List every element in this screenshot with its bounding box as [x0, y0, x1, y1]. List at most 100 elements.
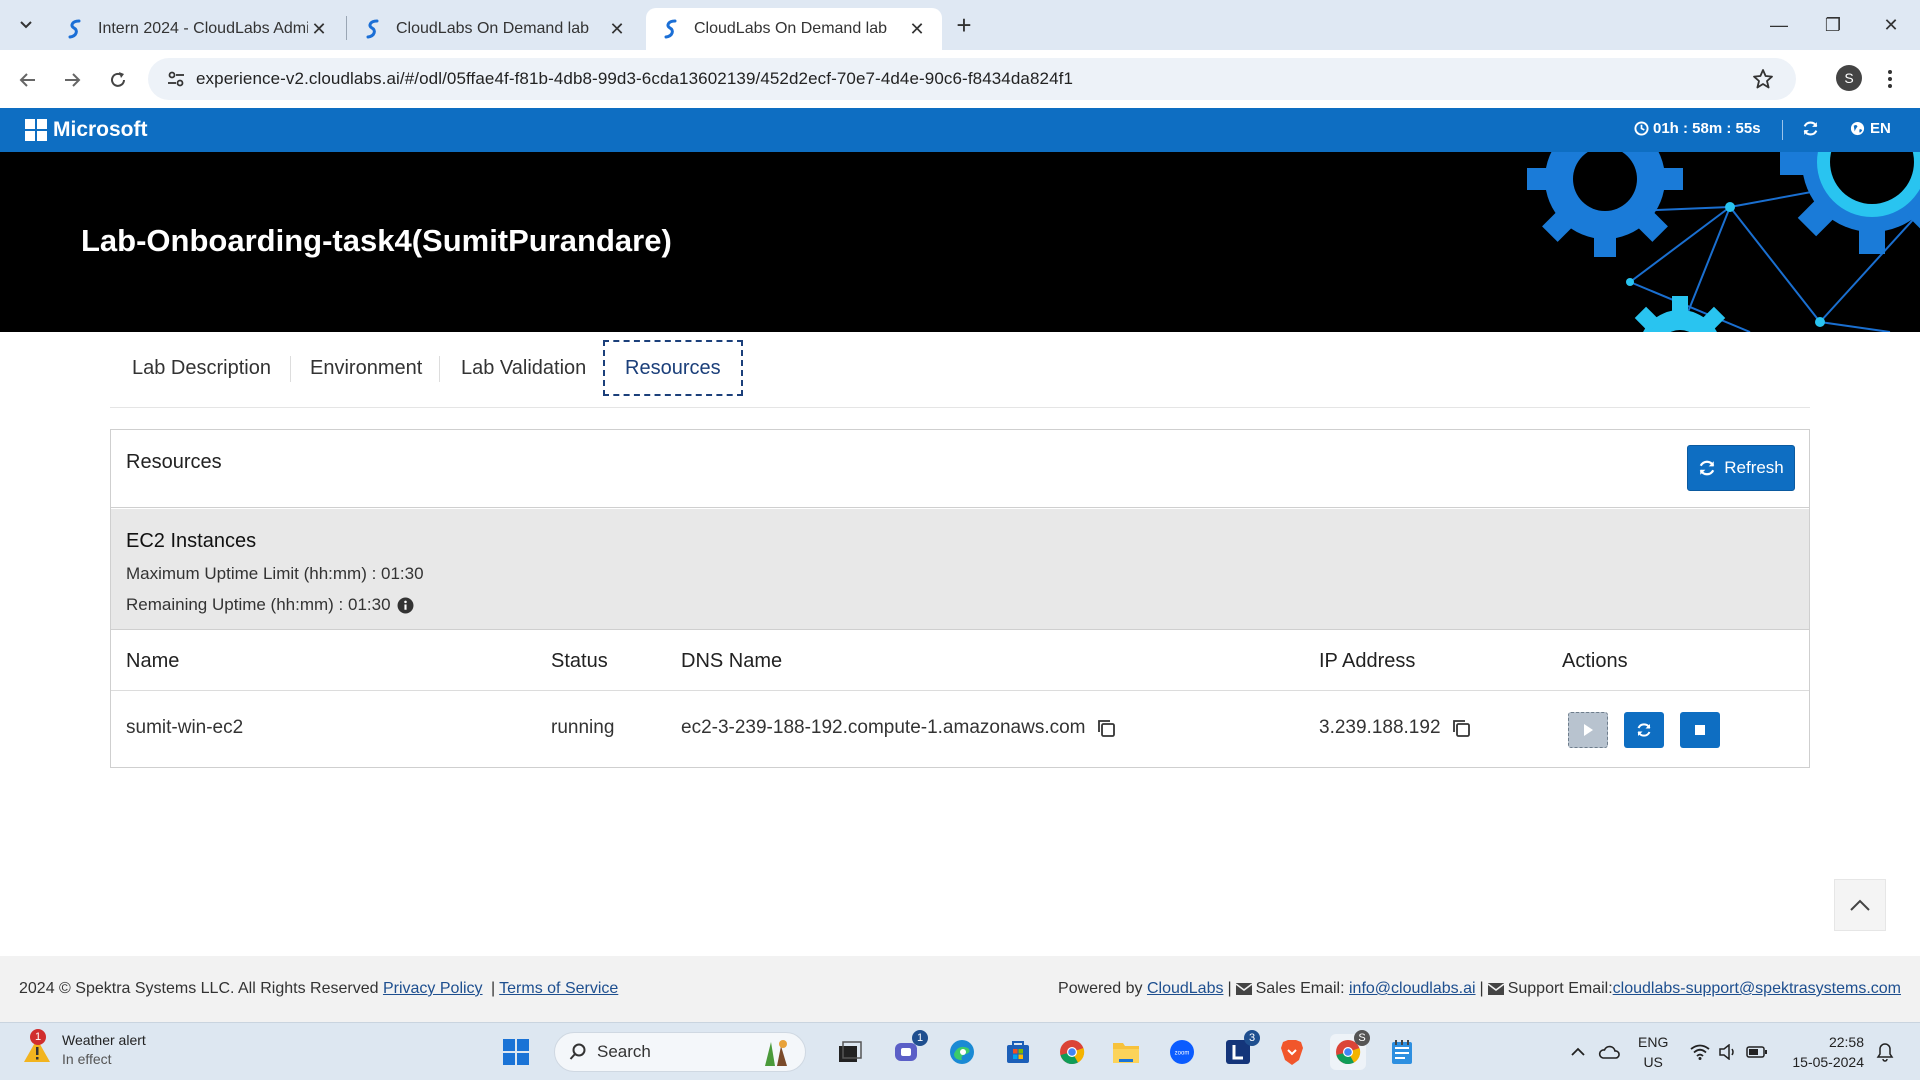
close-window-button[interactable]: ✕ — [1868, 8, 1914, 42]
cloudlabs-link[interactable]: CloudLabs — [1147, 980, 1224, 998]
onedrive-icon[interactable] — [1598, 1045, 1620, 1059]
language-label: EN — [1870, 120, 1891, 137]
refresh-icon — [1700, 460, 1715, 476]
powered-by-text: Powered by — [1058, 980, 1143, 997]
column-header-status: Status — [551, 650, 608, 672]
chevron-up-icon[interactable] — [1570, 1047, 1586, 1057]
tabs-underline — [110, 407, 1810, 408]
weather-subtitle: In effect — [62, 1051, 112, 1067]
gears-illustration — [1527, 152, 1920, 332]
search-highlight-icon — [765, 1040, 787, 1066]
page-title: Lab-Onboarding-task4(SumitPurandare) — [81, 223, 672, 258]
sales-email-label: Sales Email: — [1255, 980, 1345, 997]
close-tab-icon[interactable]: ✕ — [308, 19, 330, 40]
browser-tab-1[interactable]: Intern 2024 - CloudLabs Admin ✕ — [50, 8, 344, 50]
column-header-dns: DNS Name — [681, 650, 783, 672]
envelope-icon — [1235, 983, 1252, 995]
chrome-profile-badge: S — [1354, 1030, 1370, 1046]
forward-button[interactable] — [56, 64, 88, 96]
sales-email-link[interactable]: info@cloudlabs.ai — [1349, 980, 1476, 998]
reload-button[interactable] — [102, 64, 134, 96]
globe-icon — [1850, 121, 1865, 136]
support-email-link[interactable]: cloudlabs-support@spektrasystems.com — [1613, 980, 1901, 998]
tab-divider — [290, 356, 291, 382]
privacy-policy-link[interactable]: Privacy Policy — [383, 980, 483, 997]
max-uptime-text: Maximum Uptime Limit (hh:mm) : 01:30 — [126, 564, 424, 584]
arrow-right-icon — [65, 73, 81, 87]
chrome-button[interactable] — [1054, 1034, 1090, 1070]
info-icon[interactable] — [397, 597, 414, 614]
edge-button[interactable] — [944, 1034, 980, 1070]
column-header-name: Name — [126, 650, 180, 672]
weather-alert-icon: 1 — [22, 1029, 52, 1065]
cloudlabs-favicon-icon — [366, 19, 379, 39]
start-button[interactable] — [498, 1034, 534, 1070]
tab-search-button[interactable] — [10, 10, 42, 40]
header-divider — [1782, 120, 1783, 140]
site-info-icon[interactable] — [156, 69, 196, 89]
lab-timer: 01h : 58m : 55s — [1634, 120, 1761, 137]
weather-widget[interactable]: 1 Weather alert In effect — [22, 1029, 146, 1069]
teams-chat-button[interactable]: 1 — [888, 1030, 928, 1070]
table-header: Name Status DNS Name IP Address Actions — [111, 630, 1809, 691]
url-text: experience-v2.cloudlabs.ai/#/odl/05ffae4… — [196, 69, 1074, 88]
tab-divider — [439, 356, 440, 382]
back-button[interactable] — [12, 64, 44, 96]
taskbar-search[interactable]: Search — [554, 1032, 806, 1072]
brave-button[interactable] — [1274, 1034, 1310, 1070]
instance-ip: 3.239.188.192 — [1319, 717, 1441, 738]
battery-icon — [1746, 1046, 1767, 1058]
site-header-bar: Microsoft 01h : 58m : 55s EN — [0, 108, 1920, 152]
bookmark-star-icon[interactable] — [1752, 68, 1774, 95]
tab-lab-description[interactable]: Lab Description — [132, 340, 271, 396]
footer-separator: | — [1479, 980, 1484, 997]
cloudlabs-favicon-icon — [664, 19, 677, 39]
tab-lab-validation[interactable]: Lab Validation — [461, 340, 586, 396]
lab-banner: Lab-Onboarding-task4(SumitPurandare) — [0, 152, 1920, 332]
close-tab-icon[interactable]: ✕ — [906, 19, 928, 40]
restore-button[interactable]: ❐ — [1810, 8, 1856, 42]
close-tab-icon[interactable]: ✕ — [606, 19, 628, 40]
notification-button[interactable] — [1876, 1023, 1894, 1081]
footer-separator: | — [1227, 980, 1232, 997]
restart-instance-button[interactable] — [1624, 712, 1664, 748]
reload-icon — [111, 72, 125, 87]
file-explorer-button[interactable] — [1108, 1034, 1144, 1070]
microsoft-logo[interactable]: Microsoft — [25, 118, 148, 142]
terms-of-service-link[interactable]: Terms of Service — [499, 980, 618, 997]
stop-instance-button[interactable] — [1680, 712, 1720, 748]
scroll-to-top-button[interactable] — [1834, 879, 1886, 931]
refresh-button[interactable]: Refresh — [1687, 445, 1795, 491]
system-clock[interactable]: 22:58 15-05-2024 — [1782, 1032, 1864, 1072]
address-bar[interactable]: experience-v2.cloudlabs.ai/#/odl/05ffae4… — [148, 58, 1796, 100]
browser-tab-3-active[interactable]: CloudLabs On Demand lab ✕ — [646, 8, 942, 50]
column-header-ip: IP Address — [1319, 650, 1416, 672]
notepad-button[interactable] — [1384, 1034, 1420, 1070]
l-app-badge: 3 — [1244, 1030, 1260, 1046]
quick-settings[interactable] — [1690, 1023, 1768, 1081]
zoom-icon: zoom — [1170, 1040, 1194, 1064]
tab-environment[interactable]: Environment — [310, 340, 422, 396]
store-icon — [1007, 1041, 1029, 1063]
task-view-button[interactable] — [832, 1034, 868, 1070]
zoom-button[interactable]: zoom — [1164, 1034, 1200, 1070]
l-app-button[interactable]: 3 — [1220, 1030, 1260, 1070]
browser-menu-icon[interactable] — [1880, 64, 1900, 94]
store-button[interactable] — [1000, 1034, 1036, 1070]
chrome-profile-button[interactable]: S — [1330, 1030, 1370, 1070]
tab-resources[interactable]: Resources — [603, 340, 743, 396]
browser-tab-2[interactable]: CloudLabs On Demand lab ✕ — [348, 8, 642, 50]
weather-title: Weather alert — [62, 1032, 146, 1048]
table-row: sumit-win-ec2 running ec2-3-239-188-192.… — [111, 691, 1809, 767]
new-tab-button[interactable]: + — [948, 10, 980, 42]
input-language-indicator[interactable]: ENG US — [1638, 1032, 1668, 1072]
header-refresh-icon[interactable] — [1802, 120, 1819, 142]
profile-avatar[interactable]: S — [1836, 65, 1862, 91]
svg-text:zoom: zoom — [1175, 1051, 1190, 1057]
language-selector[interactable]: EN — [1850, 120, 1891, 137]
start-instance-button[interactable] — [1568, 712, 1608, 748]
minimize-button[interactable]: — — [1756, 8, 1802, 42]
copy-ip-icon[interactable] — [1451, 718, 1471, 738]
copy-dns-icon[interactable] — [1096, 718, 1116, 738]
instance-dns: ec2-3-239-188-192.compute-1.amazonaws.co… — [681, 717, 1086, 738]
